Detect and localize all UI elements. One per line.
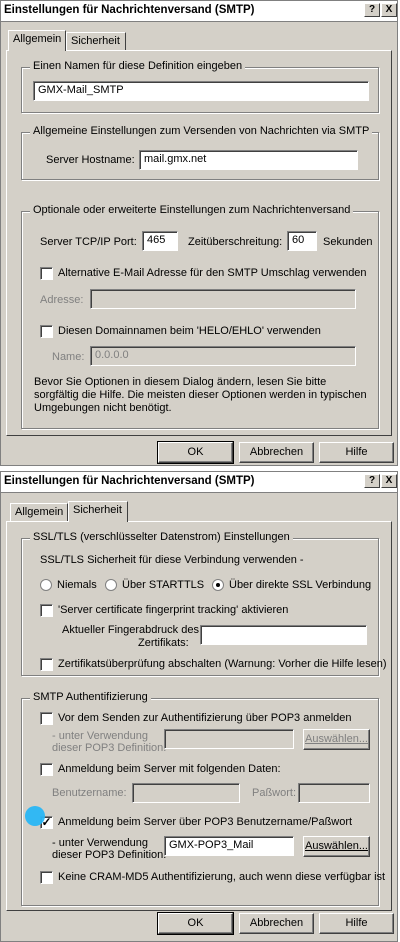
general-settings-group: Allgemeine Einstellungen zum Versenden v… <box>21 125 379 180</box>
tab-security[interactable]: Sicherheit <box>66 32 126 50</box>
optional-settings-group: Optionale oder erweiterte Einstellungen … <box>21 204 379 429</box>
server-port-input[interactable]: 465 <box>142 231 178 251</box>
ssl-tls-group: SSL/TLS (verschlüsselter Datenstrom) Ein… <box>21 531 387 676</box>
help-title-button[interactable]: ? <box>364 3 380 17</box>
select-button[interactable]: Auswählen... <box>303 836 370 857</box>
username-label: Benutzername: <box>52 787 127 799</box>
name-group: Einen Namen für diese Definition eingebe… <box>21 60 379 113</box>
using-label-2-disabled: dieser POP3 Definition: <box>52 742 167 754</box>
domain-name-input[interactable]: 0.0.0.0 <box>90 346 356 366</box>
click-indicator <box>25 806 45 826</box>
pop3-before-send-label: Vor dem Senden zur Authentifizierung übe… <box>58 712 352 724</box>
help-note: Bevor Sie Optionen in diesem Dialog ände… <box>34 376 367 414</box>
definition-name-input[interactable]: GMX-Mail_SMTP <box>33 81 369 101</box>
no-cram-md5-label: Keine CRAM-MD5 Authentifizierung, auch w… <box>58 871 386 883</box>
title-bar: Einstellungen für Nachrichtenversand (SM… <box>1 472 397 493</box>
server-hostname-label: Server Hostname: <box>46 154 135 166</box>
ssl-security-label: SSL/TLS Sicherheit für diese Verbindung … <box>40 554 304 566</box>
optional-settings-legend: Optionale oder erweiterte Einstellungen … <box>30 204 354 216</box>
username-input[interactable] <box>132 783 240 803</box>
name-label: Name: <box>52 351 85 363</box>
smtp-dialog-general: Einstellungen für Nachrichtenversand (SM… <box>0 0 398 466</box>
radio-direct-ssl-label: Über direkte SSL Verbindung <box>229 579 372 591</box>
domain-name-checkbox[interactable] <box>40 325 53 338</box>
cancel-button[interactable]: Abbrechen <box>239 442 314 463</box>
cert-check-off-label: Zertifikatsüberprüfung abschalten (Warnu… <box>58 658 387 670</box>
no-cram-md5-checkbox[interactable] <box>40 871 53 884</box>
fingerprint-tracking-label: 'Server certificate fingerprint tracking… <box>58 604 289 616</box>
tab-panel-general: Einen Namen für diese Definition eingebe… <box>6 50 392 436</box>
fingerprint-input[interactable] <box>200 625 367 645</box>
radio-never-label: Niemals <box>57 579 97 591</box>
radio-never[interactable] <box>40 579 52 591</box>
using-label-1-disabled: - unter Verwendung <box>52 730 149 742</box>
password-label: Paßwort: <box>252 787 297 799</box>
tab-general[interactable]: Allgemein <box>8 30 66 51</box>
using-label-1: - unter Verwendung <box>52 837 149 849</box>
tab-panel-security: SSL/TLS (verschlüsselter Datenstrom) Ein… <box>6 521 392 911</box>
smtp-dialog-security: Einstellungen für Nachrichtenversand (SM… <box>0 471 398 942</box>
ok-button[interactable]: OK <box>157 912 234 935</box>
select-button-disabled[interactable]: Auswählen... <box>303 729 370 750</box>
timeout-label: Zeitüberschreitung: <box>188 236 283 248</box>
window-title: Einstellungen für Nachrichtenversand (SM… <box>4 475 255 487</box>
seconds-label: Sekunden <box>323 236 373 248</box>
window-title: Einstellungen für Nachrichtenversand (SM… <box>4 4 255 16</box>
help-button[interactable]: Hilfe <box>319 442 394 463</box>
login-pop3-credentials-label: Anmeldung beim Server über POP3 Benutzer… <box>58 816 353 828</box>
alt-address-checkbox[interactable] <box>40 267 53 280</box>
name-group-legend: Einen Namen für diese Definition eingebe… <box>30 60 246 72</box>
domain-name-label: Diesen Domainnamen beim 'HELO/EHLO' verw… <box>58 325 321 337</box>
ok-button[interactable]: OK <box>157 441 234 464</box>
pop3-definition-input[interactable]: GMX-POP3_Mail <box>164 836 294 856</box>
alt-address-label: Alternative E-Mail Adresse für den SMTP … <box>58 267 367 279</box>
close-title-button[interactable]: X <box>381 3 397 17</box>
radio-starttls[interactable] <box>105 579 117 591</box>
tab-security[interactable]: Sicherheit <box>68 501 128 522</box>
cancel-button[interactable]: Abbrechen <box>239 913 314 934</box>
address-input[interactable] <box>90 289 356 309</box>
server-port-label: Server TCP/IP Port: <box>40 236 137 248</box>
fingerprint-label-1: Aktueller Fingerabdruck des <box>62 624 199 636</box>
close-title-button[interactable]: X <box>381 474 397 488</box>
radio-direct-ssl[interactable] <box>212 579 224 591</box>
password-input[interactable] <box>298 783 370 803</box>
pop3-definition-input-disabled[interactable] <box>164 729 294 749</box>
login-following-label: Anmeldung beim Server mit folgenden Date… <box>58 763 281 775</box>
address-label: Adresse: <box>40 294 84 306</box>
radio-starttls-label: Über STARTTLS <box>122 579 205 591</box>
help-button[interactable]: Hilfe <box>319 913 394 934</box>
tab-general[interactable]: Allgemein <box>10 503 68 521</box>
smtp-auth-legend: SMTP Authentifizierung <box>30 691 151 703</box>
fingerprint-label-2: Zertifikats: <box>138 637 189 649</box>
fingerprint-tracking-checkbox[interactable] <box>40 604 53 617</box>
using-label-2: dieser POP3 Definition: <box>52 849 167 861</box>
general-settings-legend: Allgemeine Einstellungen zum Versenden v… <box>30 125 373 137</box>
timeout-input[interactable]: 60 <box>287 231 317 251</box>
ssl-tls-legend: SSL/TLS (verschlüsselter Datenstrom) Ein… <box>30 531 293 543</box>
server-hostname-input[interactable]: mail.gmx.net <box>139 150 358 170</box>
help-title-button[interactable]: ? <box>364 474 380 488</box>
login-following-checkbox[interactable] <box>40 763 53 776</box>
cert-check-off-checkbox[interactable] <box>40 658 53 671</box>
title-bar: Einstellungen für Nachrichtenversand (SM… <box>1 1 397 22</box>
smtp-auth-group: SMTP Authentifizierung Vor dem Senden zu… <box>21 691 385 906</box>
pop3-before-send-checkbox[interactable] <box>40 712 53 725</box>
